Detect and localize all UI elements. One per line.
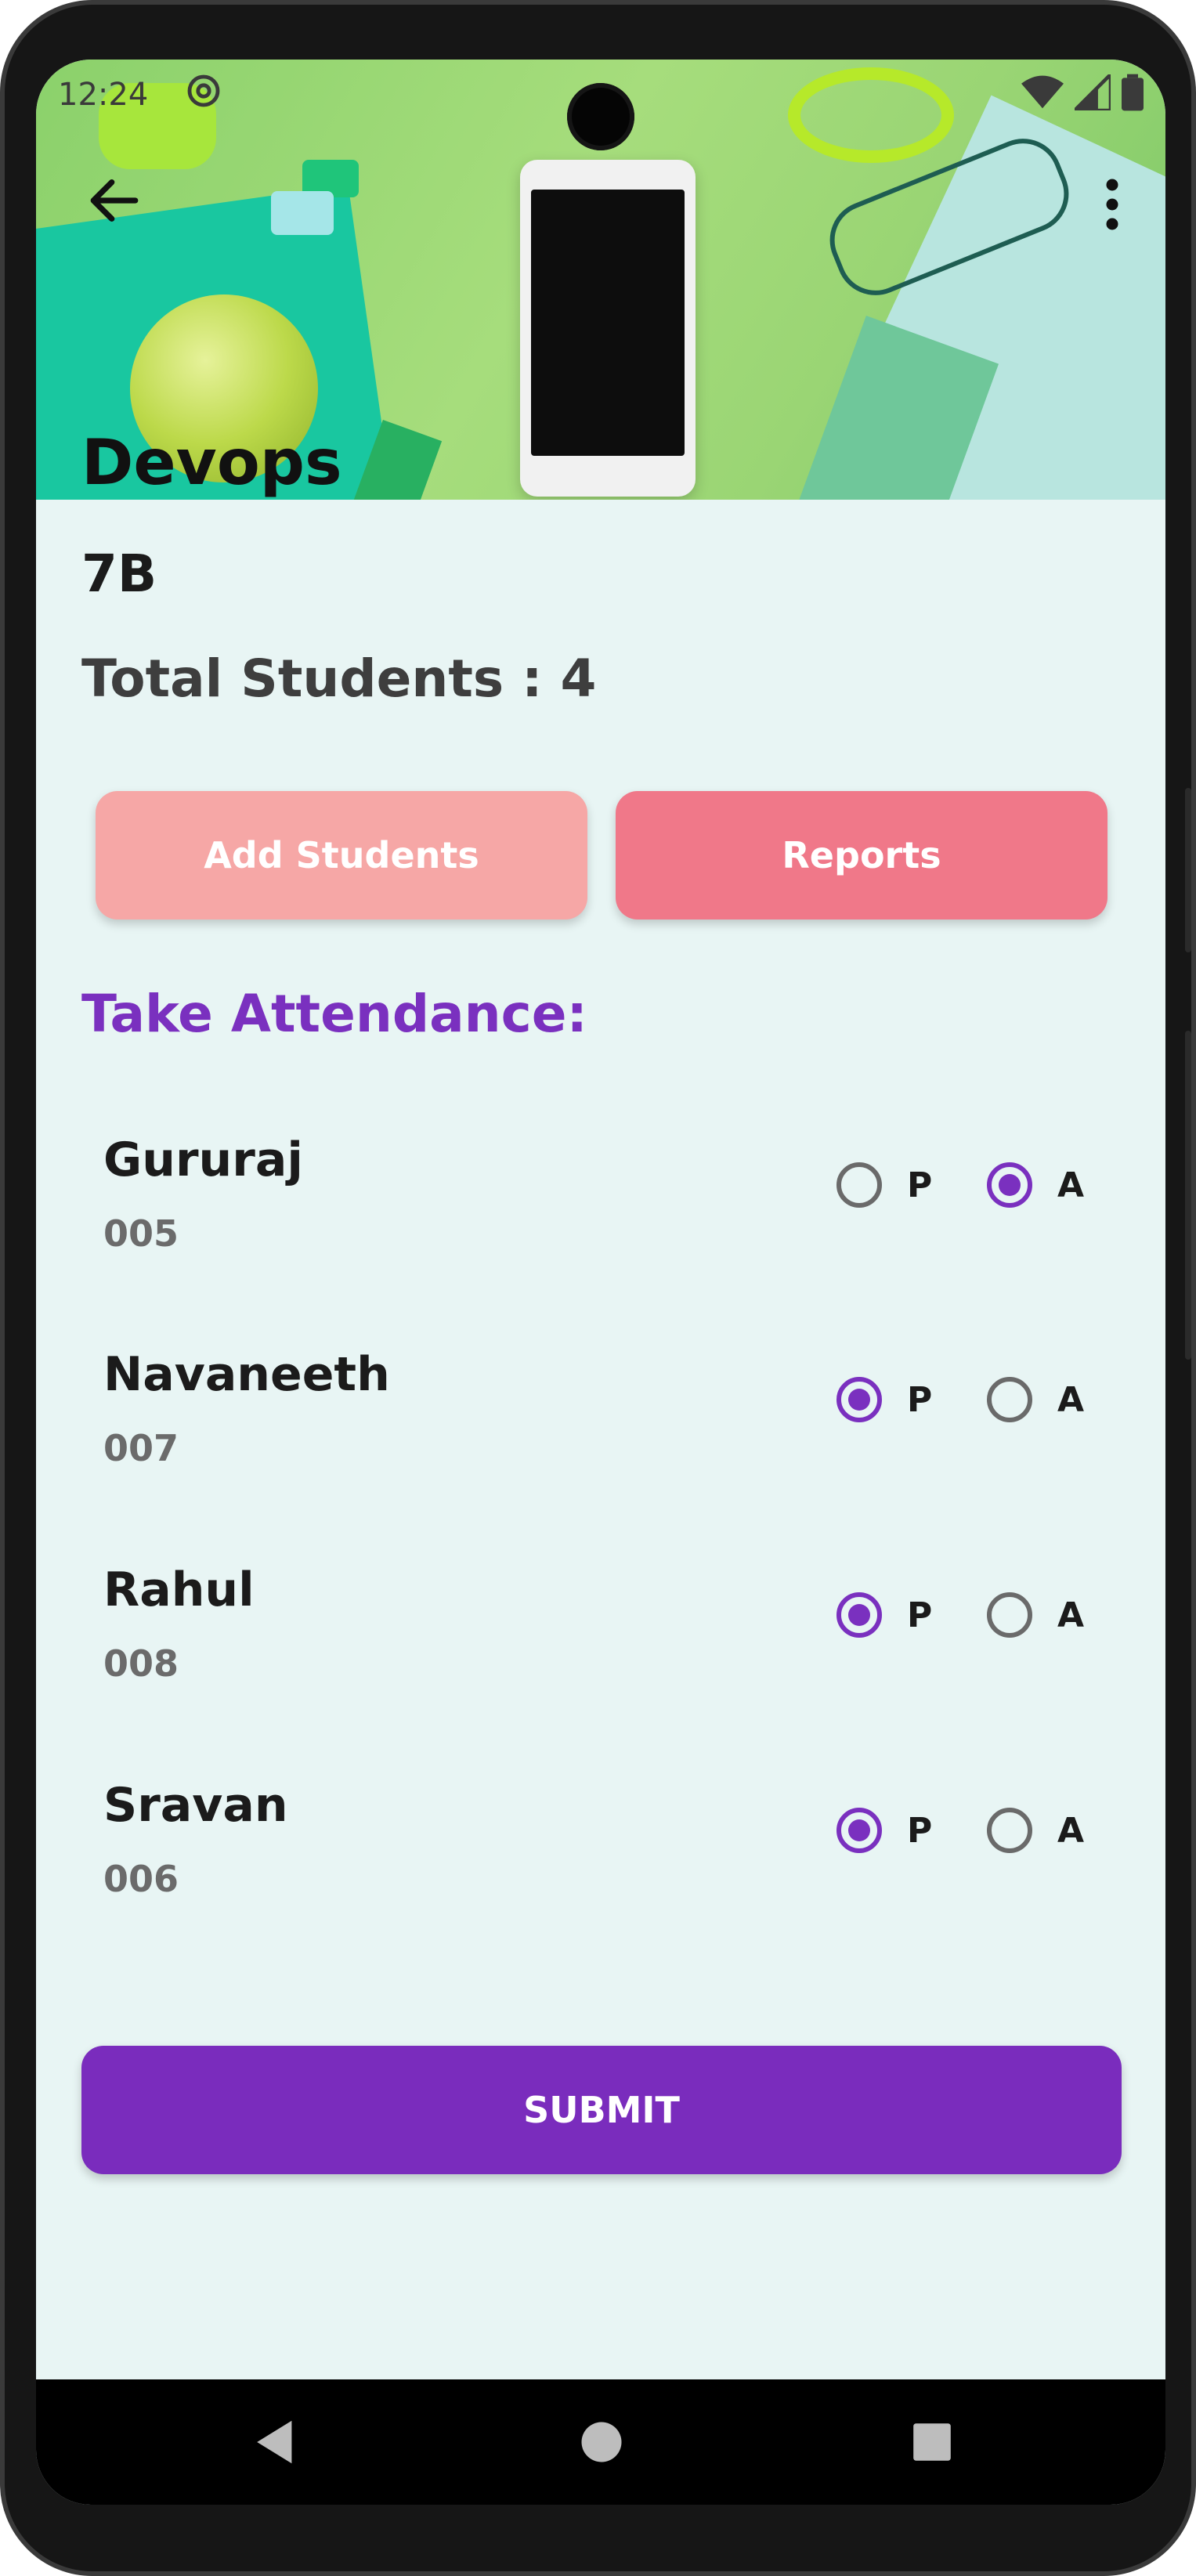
header-banner: 12:24 Devops (36, 60, 1165, 500)
present-label: P (907, 1379, 933, 1420)
student-id: 006 (103, 1858, 179, 1900)
wifi-icon (1021, 75, 1064, 109)
volume-button (1185, 788, 1191, 952)
student-row: Sravan 006 P A (36, 1778, 1165, 1966)
page-title: Devops (81, 426, 342, 499)
absent-label: A (1057, 1379, 1085, 1420)
camera-cutout (567, 83, 634, 150)
radio-absent-1[interactable] (987, 1377, 1032, 1422)
student-name: Sravan (103, 1778, 288, 1833)
app-screen: 12:24 Devops 7B Total Students: 4 Add S… (36, 60, 1165, 2505)
student-name: Gururaj (103, 1133, 303, 1187)
class-name: 7B (81, 544, 157, 604)
present-label: P (907, 1165, 933, 1205)
at-sign-icon (185, 72, 222, 117)
phone-frame: 12:24 Devops 7B Total Students: 4 Add S… (0, 0, 1196, 2576)
status-time: 12:24 (58, 77, 149, 113)
status-icons (1021, 74, 1144, 111)
add-students-button[interactable]: Add Students (96, 791, 587, 919)
radio-present-1[interactable] (836, 1377, 882, 1422)
student-name: Rahul (103, 1563, 255, 1617)
absent-label: A (1057, 1165, 1085, 1205)
present-label: P (907, 1810, 933, 1851)
present-label: P (907, 1595, 933, 1635)
power-button (1185, 1031, 1191, 1360)
nav-back-icon[interactable] (249, 2415, 302, 2469)
nav-home-icon[interactable] (575, 2415, 628, 2469)
banner-eraser (271, 191, 334, 235)
attendance-section-title: Take Attendance: (81, 984, 587, 1044)
student-id: 005 (103, 1212, 179, 1255)
signal-icon (1075, 74, 1111, 110)
student-id: 008 (103, 1642, 179, 1685)
radio-absent-0[interactable] (987, 1162, 1032, 1208)
reports-button[interactable]: Reports (616, 791, 1107, 919)
nav-recents-icon[interactable] (905, 2415, 959, 2469)
absent-radio[interactable]: A (987, 1592, 1084, 1638)
student-row: Gururaj 005 P A (36, 1133, 1165, 1321)
radio-present-3[interactable] (836, 1808, 882, 1853)
radio-present-2[interactable] (836, 1592, 882, 1638)
submit-button[interactable]: SUBMIT (81, 2046, 1122, 2174)
back-arrow-icon[interactable] (83, 169, 146, 232)
student-row: Navaneeth 007 P A (36, 1347, 1165, 1535)
battery-icon (1122, 74, 1144, 111)
banner-scissors (788, 67, 954, 163)
present-radio[interactable]: P (836, 1808, 932, 1853)
banner-phone-screen (531, 190, 685, 456)
student-name: Navaneeth (103, 1347, 390, 1402)
student-id: 007 (103, 1427, 179, 1469)
more-vertical-icon[interactable] (1097, 177, 1128, 232)
present-radio[interactable]: P (836, 1162, 932, 1208)
student-row: Rahul 008 P A (36, 1563, 1165, 1750)
banner-phone (520, 160, 696, 497)
absent-label: A (1057, 1595, 1085, 1635)
present-radio[interactable]: P (836, 1377, 932, 1422)
system-nav-bar (36, 2379, 1165, 2505)
radio-absent-2[interactable] (987, 1592, 1032, 1638)
absent-radio[interactable]: A (987, 1377, 1084, 1422)
radio-absent-3[interactable] (987, 1808, 1032, 1853)
absent-radio[interactable]: A (987, 1808, 1084, 1853)
total-students-label: Total Students : 4 (81, 649, 597, 709)
present-radio[interactable]: P (836, 1592, 932, 1638)
absent-radio[interactable]: A (987, 1162, 1084, 1208)
absent-label: A (1057, 1810, 1085, 1851)
radio-present-0[interactable] (836, 1162, 882, 1208)
